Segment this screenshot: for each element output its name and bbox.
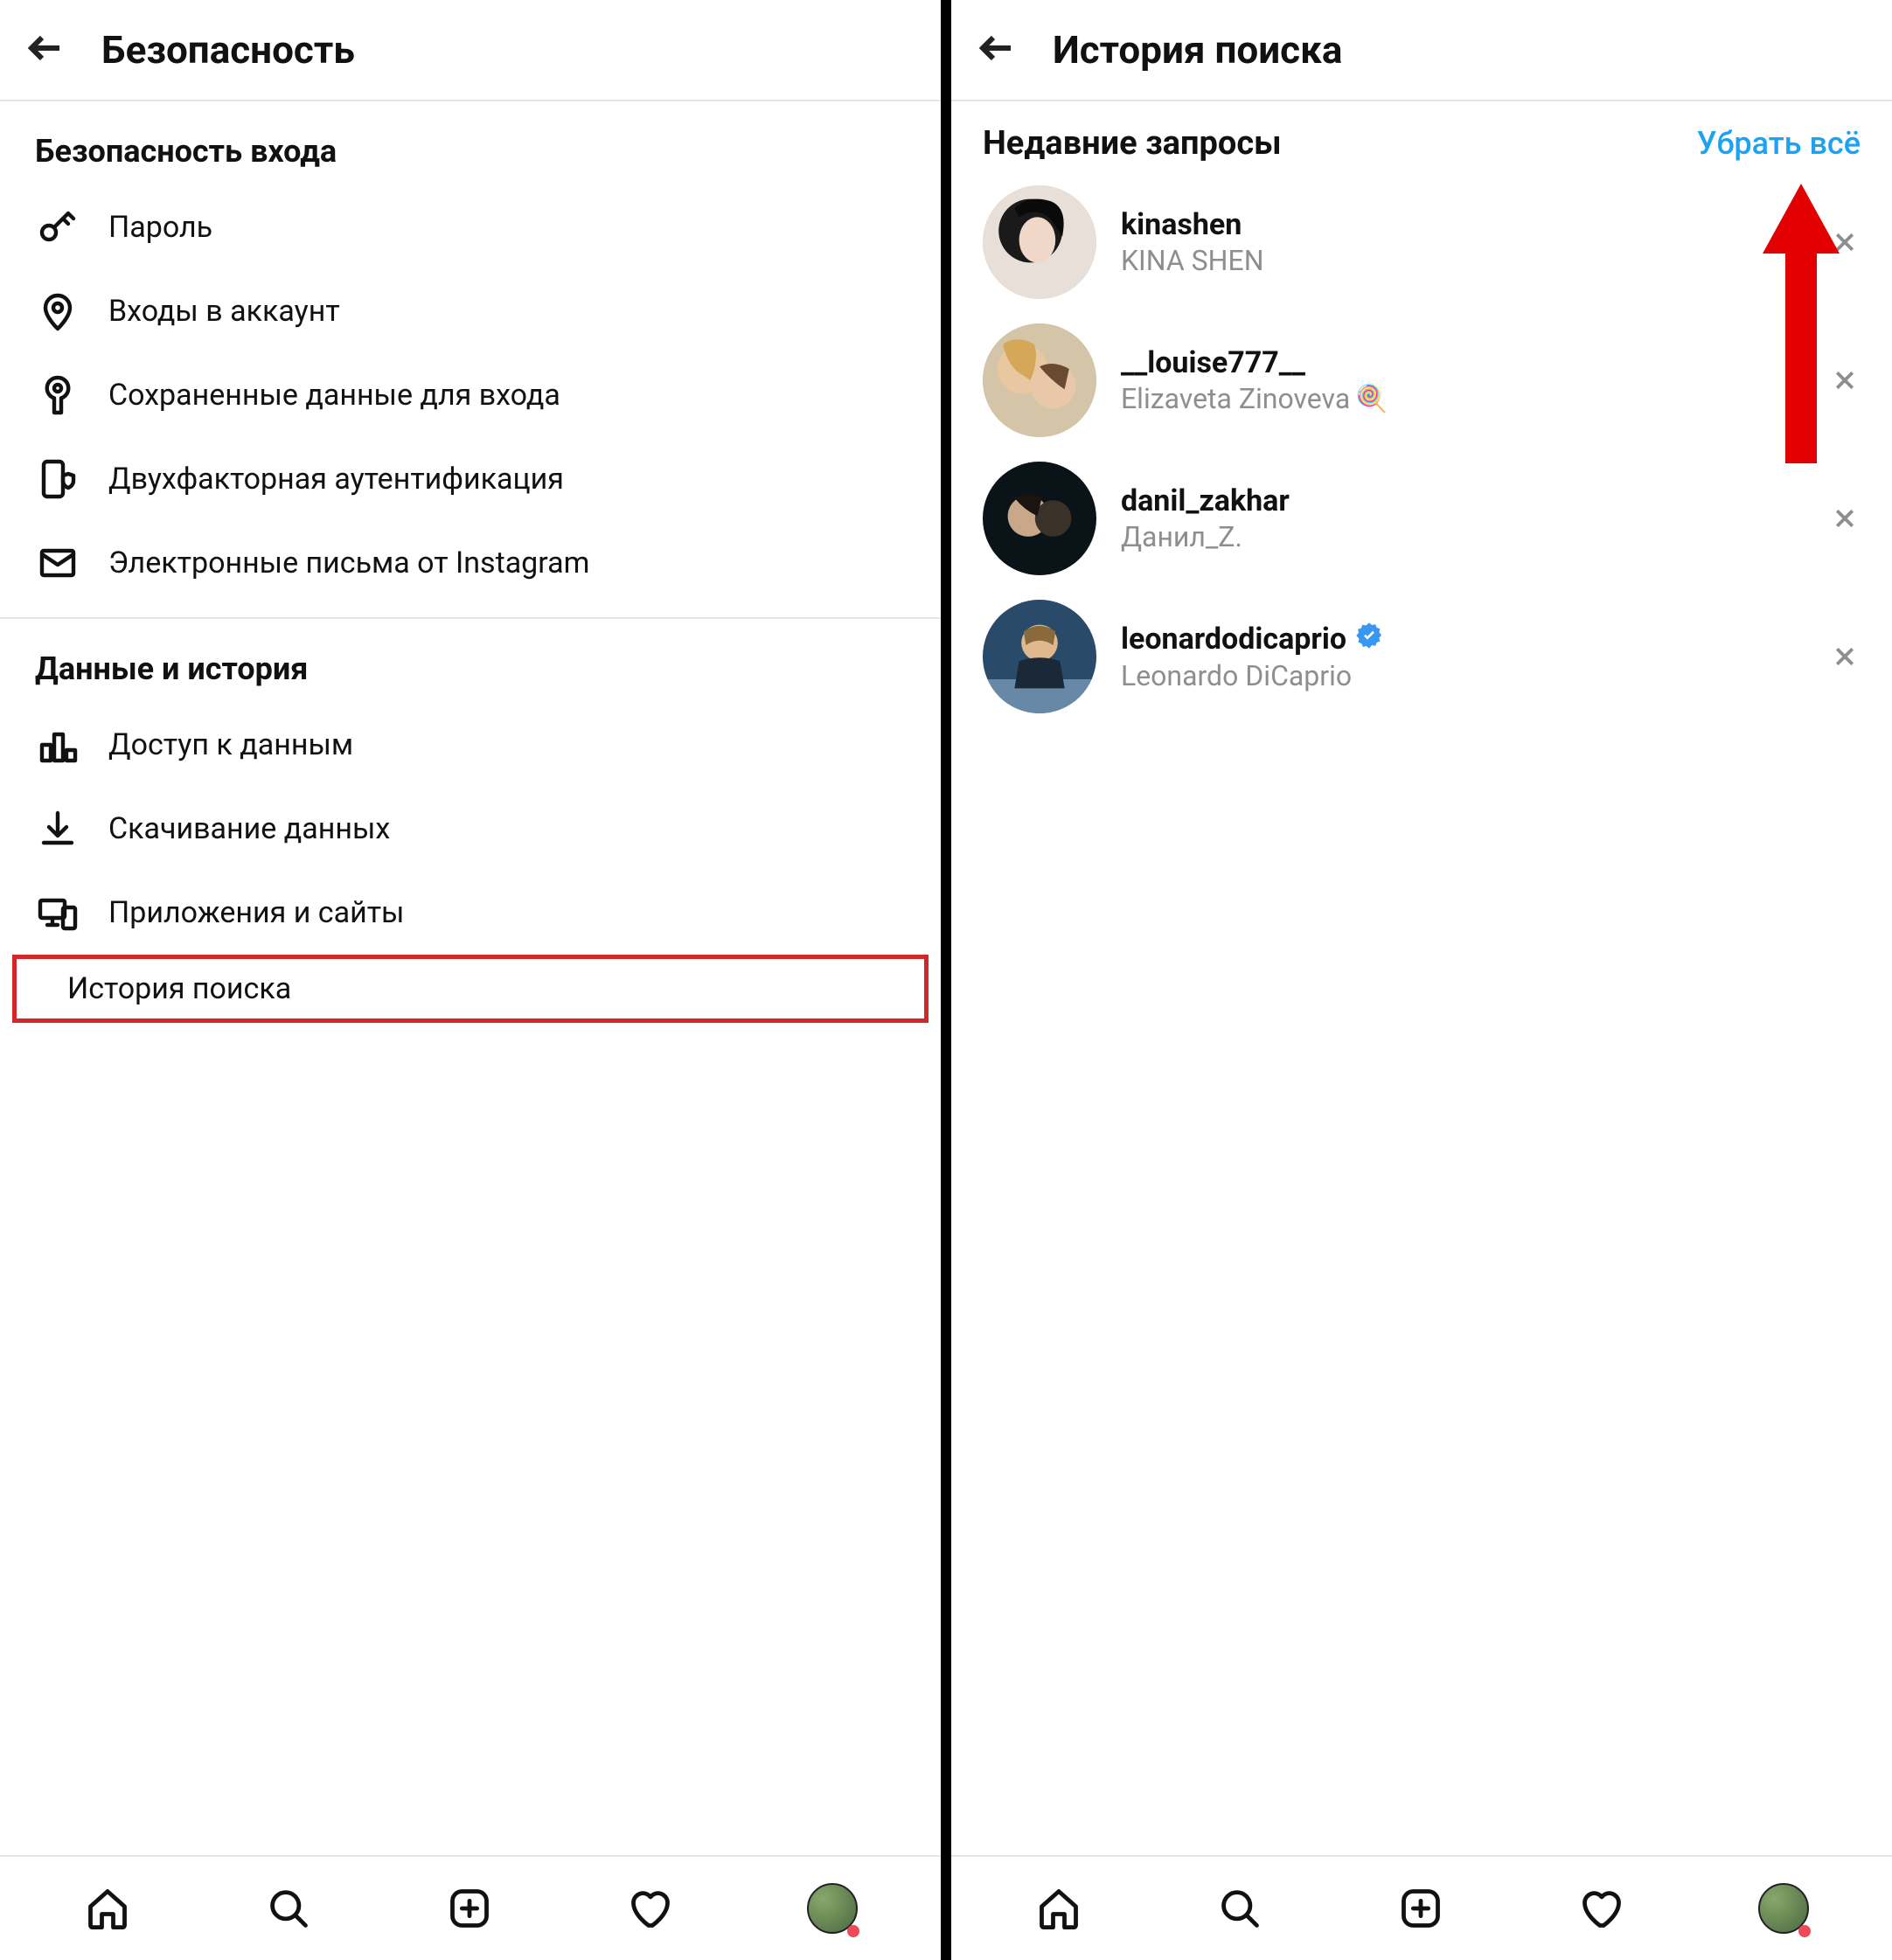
section-data-history: Данные и история xyxy=(0,619,941,703)
arrow-left-icon xyxy=(976,27,1018,69)
back-button[interactable] xyxy=(976,27,1018,73)
avatar xyxy=(983,462,1096,575)
user-info: danil_zakhar Данил_Z. xyxy=(1121,483,1805,553)
search-result[interactable]: kinashen KINA SHEN xyxy=(951,173,1892,311)
avatar xyxy=(983,600,1096,713)
header: Безопасность xyxy=(0,0,941,101)
search-history-screen: История поиска Недавние запросы Убрать в… xyxy=(951,0,1892,1960)
close-icon xyxy=(1832,367,1858,393)
nav-profile-avatar[interactable] xyxy=(1758,1883,1809,1934)
username: danil_zakhar xyxy=(1121,483,1290,518)
section-login-security: Безопасность входа xyxy=(0,101,941,185)
devices-icon xyxy=(35,890,80,935)
arrow-left-icon xyxy=(24,27,66,69)
recent-label: Недавние запросы xyxy=(983,124,1282,163)
add-post-icon xyxy=(1398,1886,1443,1931)
item-emails[interactable]: Электронные письма от Instagram xyxy=(0,521,941,605)
search-icon xyxy=(1217,1886,1262,1931)
home-icon xyxy=(1036,1886,1082,1931)
search-result[interactable]: danil_zakhar Данил_Z. xyxy=(951,449,1892,587)
item-label: Пароль xyxy=(108,210,212,245)
nav-add-post[interactable] xyxy=(445,1884,494,1933)
remove-button[interactable] xyxy=(1829,365,1861,396)
page-title: История поиска xyxy=(1053,27,1342,73)
key-icon xyxy=(35,205,80,250)
bottom-nav xyxy=(951,1855,1892,1960)
remove-button[interactable] xyxy=(1829,226,1861,258)
screen-divider xyxy=(941,0,951,1960)
mail-icon xyxy=(35,540,80,586)
remove-button[interactable] xyxy=(1829,503,1861,534)
item-two-factor[interactable]: Двухфакторная аутентификация xyxy=(0,437,941,521)
username: kinashen xyxy=(1121,207,1242,242)
nav-add-post[interactable] xyxy=(1396,1884,1445,1933)
fullname: KINA SHEN xyxy=(1121,244,1264,277)
close-icon xyxy=(1832,643,1858,670)
back-button[interactable] xyxy=(24,27,66,73)
item-label: Доступ к данным xyxy=(108,727,353,762)
search-result[interactable]: __louise777__ Elizaveta Zinoveva🍭 xyxy=(951,311,1892,449)
username: __louise777__ xyxy=(1121,345,1305,380)
item-apps-websites[interactable]: Приложения и сайты xyxy=(0,871,941,955)
emoji: 🍭 xyxy=(1355,384,1388,414)
item-label: Электронные письма от Instagram xyxy=(108,546,589,580)
user-info: kinashen KINA SHEN xyxy=(1121,207,1805,277)
search-icon xyxy=(266,1886,311,1931)
username: leonardodicaprio xyxy=(1121,622,1346,657)
item-label: Входы в аккаунт xyxy=(108,294,340,329)
header: История поиска xyxy=(951,0,1892,101)
bar-chart-icon xyxy=(35,722,80,768)
item-login-activity[interactable]: Входы в аккаунт xyxy=(0,269,941,353)
clear-all-button[interactable]: Убрать всё xyxy=(1697,125,1861,162)
heart-icon xyxy=(628,1886,673,1931)
bottom-nav xyxy=(0,1855,941,1960)
heart-icon xyxy=(1579,1886,1624,1931)
nav-home[interactable] xyxy=(1034,1884,1083,1933)
add-post-icon xyxy=(447,1886,492,1931)
location-pin-icon xyxy=(35,288,80,334)
nav-home[interactable] xyxy=(83,1884,132,1933)
nav-profile-avatar[interactable] xyxy=(807,1883,858,1934)
recent-header: Недавние запросы Убрать всё xyxy=(951,101,1892,173)
item-label: Двухфакторная аутентификация xyxy=(108,462,564,497)
item-label: Сохраненные данные для входа xyxy=(108,378,560,413)
close-icon xyxy=(1832,229,1858,255)
avatar xyxy=(983,185,1096,299)
home-icon xyxy=(85,1886,130,1931)
nav-activity[interactable] xyxy=(1577,1884,1626,1933)
keyhole-icon xyxy=(35,372,80,418)
nav-activity[interactable] xyxy=(626,1884,675,1933)
item-label: Приложения и сайты xyxy=(108,895,404,930)
search-result[interactable]: leonardodicaprio Leonardo DiCaprio xyxy=(951,587,1892,726)
fullname: Elizaveta Zinoveva xyxy=(1121,382,1350,415)
item-password[interactable]: Пароль xyxy=(0,185,941,269)
item-search-history-highlighted[interactable]: История поиска xyxy=(12,955,929,1023)
nav-search[interactable] xyxy=(264,1884,313,1933)
fullname: Данил_Z. xyxy=(1121,520,1242,553)
security-screen: Безопасность Безопасность входа Пароль В… xyxy=(0,0,941,1960)
user-info: __louise777__ Elizaveta Zinoveva🍭 xyxy=(1121,345,1805,415)
remove-button[interactable] xyxy=(1829,641,1861,672)
phone-shield-icon xyxy=(35,456,80,502)
item-label: История поиска xyxy=(67,971,291,1006)
page-title: Безопасность xyxy=(101,27,355,73)
item-saved-login[interactable]: Сохраненные данные для входа xyxy=(0,353,941,437)
verified-badge-icon xyxy=(1355,622,1383,657)
nav-search[interactable] xyxy=(1215,1884,1264,1933)
close-icon xyxy=(1832,505,1858,532)
item-label: Скачивание данных xyxy=(108,811,390,846)
item-data-access[interactable]: Доступ к данным xyxy=(0,703,941,787)
item-download-data[interactable]: Скачивание данных xyxy=(0,787,941,871)
avatar xyxy=(983,323,1096,437)
download-icon xyxy=(35,806,80,851)
fullname: Leonardo DiCaprio xyxy=(1121,659,1352,692)
user-info: leonardodicaprio Leonardo DiCaprio xyxy=(1121,622,1805,692)
